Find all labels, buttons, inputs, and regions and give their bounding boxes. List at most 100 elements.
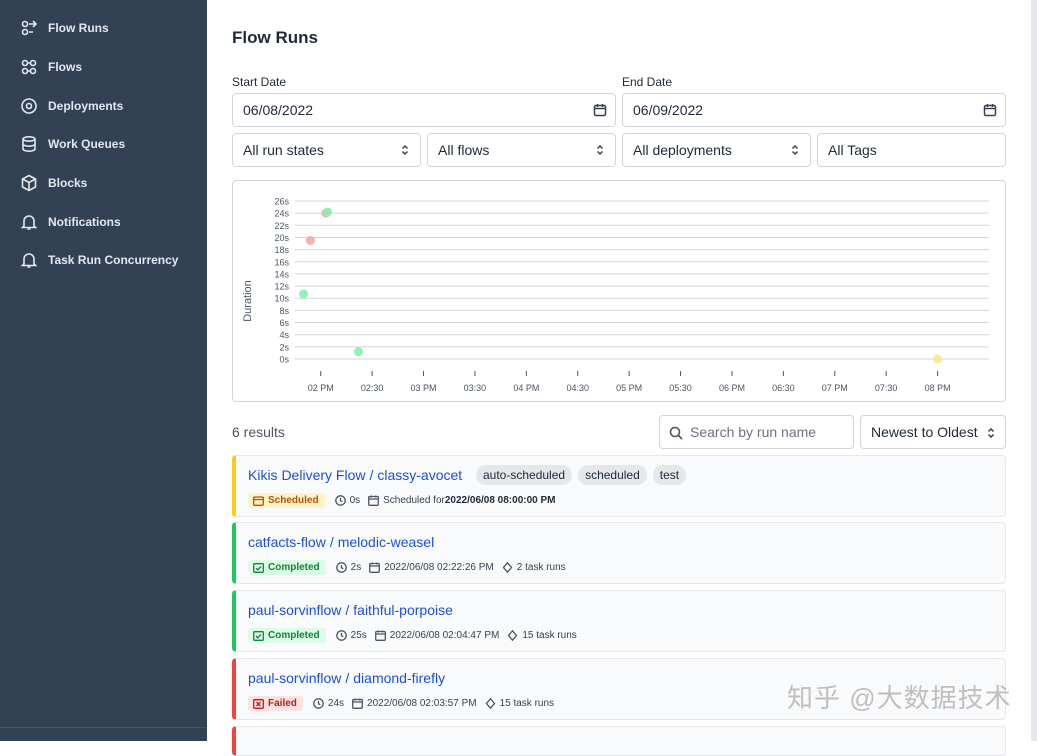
watermark: 知乎 @大数据技术 <box>787 683 1012 713</box>
sort-select[interactable]: Newest to Oldest <box>860 415 1006 449</box>
calendar-icon <box>253 495 264 506</box>
sidebar-item-deployments[interactable]: Deployments <box>0 87 207 125</box>
end-date-value: 06/09/2022 <box>633 102 704 118</box>
chevron-up-down-icon <box>788 143 802 157</box>
calendar-icon <box>374 630 386 641</box>
run-card[interactable]: catfacts-flow / melodic-weasel Completed 2… <box>232 522 1006 584</box>
duration: 24s <box>313 698 344 709</box>
data-point <box>323 207 333 217</box>
start-date-input[interactable]: 06/08/2022 <box>232 93 616 127</box>
run-title[interactable]: catfacts-flow / melodic-weasel <box>248 534 434 550</box>
run-title[interactable]: paul-sorvinflow / faithful-porpoise <box>248 602 453 618</box>
map-pin-icon <box>21 98 37 114</box>
run-states-value: All run states <box>243 142 324 158</box>
status-badge: Completed <box>248 628 326 643</box>
flow-name-link[interactable]: catfacts-flow <box>248 534 326 550</box>
calendar-icon <box>369 562 381 573</box>
end-date-input[interactable]: 06/09/2022 <box>622 93 1006 127</box>
y-tick-label: 6s <box>279 318 289 328</box>
sidebar-item-flow-runs[interactable]: Flow Runs <box>0 9 207 47</box>
duration: 2s <box>335 562 361 573</box>
run-states-select[interactable]: All run states <box>232 133 421 167</box>
sidebar-item-label: Flow Runs <box>48 21 109 35</box>
run-card[interactable]: paul-sorvinflow / faithful-porpoise Comple… <box>232 590 1006 652</box>
run-name-link[interactable]: classy-avocet <box>377 467 462 483</box>
x-tick-label: 02 PM <box>308 383 334 393</box>
sidebar-item-flows[interactable]: Flows <box>0 48 207 86</box>
y-tick-label: 26s <box>274 197 289 207</box>
x-tick-label: 07:30 <box>875 383 898 393</box>
calendar-icon[interactable] <box>593 103 607 117</box>
sidebar-item-label: Deployments <box>48 99 124 113</box>
flow-runs-icon <box>21 20 38 36</box>
run-meta: Scheduled 0s Scheduled for 2022/06/08 08… <box>248 493 564 508</box>
flow-name-link[interactable]: Kikis Delivery Flow <box>248 467 365 483</box>
task-run-icon <box>485 698 495 709</box>
clock-icon <box>313 698 324 709</box>
start-time: 2022/06/08 02:22:26 PM <box>369 562 494 573</box>
sidebar: Flow Runs Flows Deployments Work Queues … <box>0 0 207 741</box>
run-name-link[interactable]: faithful-porpoise <box>353 602 453 618</box>
x-tick-label: 07 PM <box>822 383 848 393</box>
x-tick-label: 05 PM <box>616 383 642 393</box>
run-meta: Completed 25s 2022/06/08 02:04:47 PM 15 … <box>248 628 585 643</box>
duration: 0s <box>334 495 360 506</box>
x-tick-label: 04 PM <box>513 383 539 393</box>
run-name-link[interactable]: melodic-weasel <box>338 534 434 550</box>
y-tick-label: 18s <box>274 245 289 255</box>
sidebar-item-label: Flows <box>48 60 83 74</box>
run-meta: Failed 24s 2022/06/08 02:03:57 PM 15 tas… <box>248 696 562 711</box>
y-tick-label: 0s <box>279 355 289 365</box>
tag: test <box>652 465 687 485</box>
clock-icon <box>334 495 346 506</box>
clock-icon <box>335 630 347 641</box>
y-tick-label: 16s <box>274 257 289 267</box>
deployments-select[interactable]: All deployments <box>622 133 811 167</box>
sidebar-item-blocks[interactable]: Blocks <box>0 164 207 202</box>
flow-name-link[interactable]: paul-sorvinflow <box>248 602 341 618</box>
start-time: 2022/06/08 02:04:47 PM <box>374 630 499 641</box>
chevron-up-down-icon <box>593 143 607 157</box>
search-placeholder: Search by run name <box>690 424 817 440</box>
x-tick-label: 03 PM <box>411 383 437 393</box>
task-runs: 15 task runs <box>485 698 554 709</box>
run-name-link[interactable]: diamond-firefly <box>353 670 445 686</box>
start-time: Scheduled for 2022/06/08 08:00:00 PM <box>368 495 556 506</box>
sidebar-item-label: Blocks <box>48 176 88 190</box>
y-tick-label: 22s <box>274 221 289 231</box>
sidebar-item-work-queues[interactable]: Work Queues <box>0 125 207 163</box>
sidebar-item-label: Notifications <box>48 215 121 229</box>
x-tick-label: 06 PM <box>719 383 745 393</box>
calendar-icon[interactable] <box>983 103 997 117</box>
sidebar-divider <box>0 727 207 728</box>
y-tick-label: 20s <box>274 233 289 243</box>
calendar-icon <box>368 495 380 506</box>
bell-icon <box>20 215 38 230</box>
x-tick-label: 06:30 <box>772 383 795 393</box>
flows-select[interactable]: All flows <box>427 133 616 167</box>
y-tick-label: 4s <box>279 330 289 340</box>
flows-icon <box>21 59 37 75</box>
status-badge: Completed <box>248 560 326 575</box>
run-meta: Completed 2s 2022/06/08 02:22:26 PM 2 ta… <box>248 560 574 575</box>
flow-name-link[interactable]: paul-sorvinflow <box>248 670 341 686</box>
flow-runs-chart: 0s 2s 4s 6s 8s 10s 12s 14s 16s 18s 20s 22s 24s 26s 02… <box>232 180 1006 402</box>
data-point <box>933 354 943 364</box>
page-title: Flow Runs <box>232 28 318 47</box>
x-tick-label: 05:30 <box>669 383 692 393</box>
run-title[interactable]: Kikis Delivery Flow / classy-avocet <box>248 467 462 483</box>
search-icon <box>669 426 683 440</box>
check-icon <box>253 562 264 573</box>
task-run-icon <box>507 630 518 641</box>
run-card[interactable] <box>232 726 1006 756</box>
sidebar-item-notifications[interactable]: Notifications <box>0 203 207 241</box>
x-tick-label: 02:30 <box>361 383 384 393</box>
sidebar-item-task-run-concurrency[interactable]: Task Run Concurrency <box>0 241 207 279</box>
run-title[interactable]: paul-sorvinflow / diamond-firefly <box>248 670 445 686</box>
tags-input[interactable]: All Tags <box>817 133 1006 167</box>
x-icon <box>253 698 264 709</box>
search-input[interactable]: Search by run name <box>659 415 854 449</box>
y-tick-label: 12s <box>274 282 289 292</box>
run-card[interactable]: Kikis Delivery Flow / classy-avocet auto-s… <box>232 455 1006 517</box>
task-runs: 15 task runs <box>507 630 577 641</box>
